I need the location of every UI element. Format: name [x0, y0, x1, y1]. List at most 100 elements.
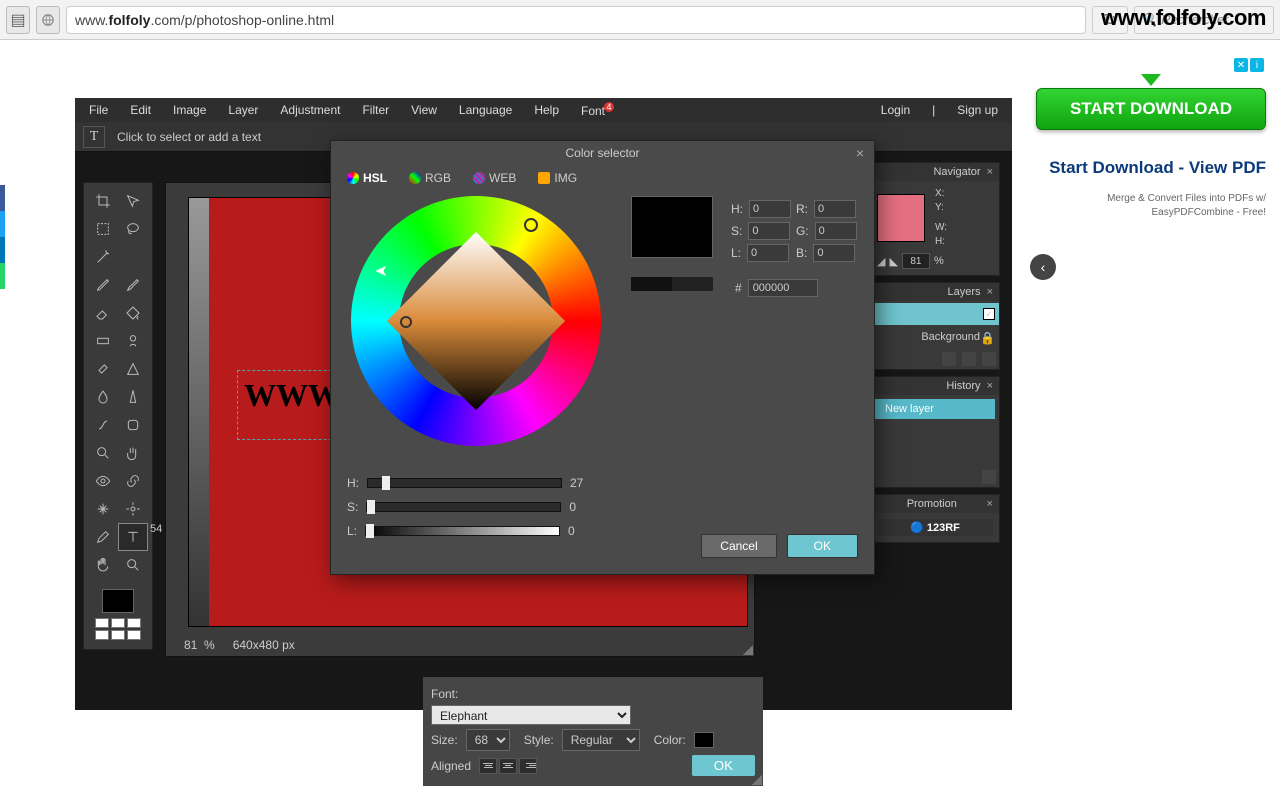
- ad-info-icon[interactable]: i: [1250, 58, 1264, 72]
- picker-tool[interactable]: [88, 523, 118, 551]
- font-select[interactable]: Elephant: [431, 705, 631, 725]
- ad-close-icon[interactable]: ✕: [1234, 58, 1248, 72]
- gradient-tool[interactable]: [88, 327, 118, 355]
- align-right-button[interactable]: [519, 758, 537, 774]
- sidebar-toggle[interactable]: ▤: [6, 6, 30, 34]
- hand-tool2[interactable]: [118, 439, 148, 467]
- tab-hsl[interactable]: HSL: [343, 169, 391, 187]
- promotion-close-icon[interactable]: ×: [987, 498, 993, 510]
- h-slider[interactable]: [367, 478, 562, 488]
- heal-tool[interactable]: [88, 355, 118, 383]
- s-slider[interactable]: [366, 502, 561, 512]
- zoom-in-icon[interactable]: ◣: [889, 255, 897, 268]
- menu-layer[interactable]: Layer: [228, 103, 258, 117]
- lasso-tool[interactable]: [118, 215, 148, 243]
- layer-visible-checkbox[interactable]: ✓: [983, 308, 995, 320]
- history-item[interactable]: New layer: [875, 399, 995, 419]
- size-select[interactable]: 68: [466, 729, 510, 751]
- sponge-tool[interactable]: [118, 411, 148, 439]
- align-center-button[interactable]: [499, 758, 517, 774]
- hue-handle[interactable]: [524, 218, 538, 232]
- blur-tool[interactable]: [88, 383, 118, 411]
- menu-language[interactable]: Language: [459, 103, 512, 117]
- hex-input[interactable]: [748, 279, 818, 297]
- ok-button[interactable]: OK: [787, 534, 858, 558]
- color-wheel-area[interactable]: ➤: [351, 196, 611, 456]
- download-button[interactable]: START DOWNLOAD: [1036, 88, 1266, 130]
- zoom-input[interactable]: [902, 253, 930, 269]
- wand-tool[interactable]: [88, 243, 118, 271]
- l-input[interactable]: [747, 244, 789, 262]
- sl-handle[interactable]: [400, 316, 412, 328]
- tab-rgb[interactable]: RGB: [405, 169, 455, 187]
- login-link[interactable]: Login: [881, 103, 910, 117]
- palette-swatches[interactable]: [94, 617, 142, 641]
- url-bar[interactable]: www.folfoly.com/p/photoshop-online.html: [66, 6, 1086, 34]
- layer-trash-icon[interactable]: [962, 352, 976, 366]
- layer-action1[interactable]: [942, 352, 956, 366]
- type-tool[interactable]: [118, 523, 148, 551]
- move-tool[interactable]: [118, 187, 148, 215]
- r-input[interactable]: [814, 200, 856, 218]
- s-input[interactable]: [748, 222, 790, 240]
- foreground-color-swatch[interactable]: [102, 589, 134, 613]
- menu-font[interactable]: Font4: [581, 102, 614, 118]
- ad-headline[interactable]: Start Download - View PDF: [1036, 158, 1266, 178]
- menu-help[interactable]: Help: [534, 103, 559, 117]
- b-input[interactable]: [813, 244, 855, 262]
- color-dialog-close-icon[interactable]: ×: [856, 145, 864, 161]
- bloat-tool[interactable]: [88, 495, 118, 523]
- eraser-tool[interactable]: [88, 299, 118, 327]
- color-dialog-title-bar[interactable]: Color selector ×: [331, 141, 874, 165]
- navigator-thumb[interactable]: [877, 194, 925, 242]
- style-select[interactable]: Regular: [562, 729, 640, 751]
- pinch-tool[interactable]: [118, 495, 148, 523]
- link-tool[interactable]: [118, 467, 148, 495]
- bucket-tool[interactable]: [118, 299, 148, 327]
- hand-tool[interactable]: [88, 551, 118, 579]
- history-action[interactable]: [982, 470, 996, 484]
- history-close-icon[interactable]: ×: [987, 380, 993, 392]
- tab-web[interactable]: WEB: [469, 169, 520, 187]
- home-button[interactable]: [36, 6, 60, 34]
- smudge-tool[interactable]: [88, 411, 118, 439]
- eye-tool[interactable]: [88, 467, 118, 495]
- menu-image[interactable]: Image: [173, 103, 206, 117]
- hue-wheel[interactable]: ➤: [351, 196, 601, 446]
- pencil-tool[interactable]: [88, 271, 118, 299]
- background-layer-row[interactable]: Background🔒: [871, 327, 999, 349]
- signup-link[interactable]: Sign up: [957, 103, 998, 117]
- canvas-resize-grip[interactable]: [743, 645, 753, 655]
- text-ok-button[interactable]: OK: [692, 755, 755, 776]
- sharpen-tool[interactable]: [118, 383, 148, 411]
- clone-tool[interactable]: [118, 327, 148, 355]
- layer-action3[interactable]: [982, 352, 996, 366]
- zoom-out-icon[interactable]: ◢: [877, 255, 885, 268]
- cancel-button[interactable]: Cancel: [701, 534, 776, 558]
- menu-adjustment[interactable]: Adjustment: [280, 103, 340, 117]
- h-input[interactable]: [749, 200, 791, 218]
- menu-view[interactable]: View: [411, 103, 437, 117]
- menu-edit[interactable]: Edit: [130, 103, 151, 117]
- marquee-tool[interactable]: [88, 215, 118, 243]
- ad-prev-icon[interactable]: ‹: [1030, 254, 1056, 280]
- layer-row[interactable]: ✓: [871, 303, 999, 325]
- shape-tool[interactable]: [118, 355, 148, 383]
- navigator-close-icon[interactable]: ×: [987, 166, 993, 178]
- g-input[interactable]: [815, 222, 857, 240]
- zoom-tool2[interactable]: [118, 551, 148, 579]
- text-color-swatch[interactable]: [694, 732, 714, 748]
- layers-close-icon[interactable]: ×: [987, 286, 993, 298]
- text-dialog-grip[interactable]: [752, 775, 762, 785]
- crop-tool[interactable]: [88, 187, 118, 215]
- zoom-tool[interactable]: [88, 439, 118, 467]
- sl-diamond[interactable]: [387, 232, 565, 410]
- align-left-button[interactable]: [479, 758, 497, 774]
- menu-file[interactable]: File: [89, 103, 108, 117]
- brush-tool[interactable]: [118, 271, 148, 299]
- tab-img[interactable]: IMG: [534, 169, 581, 187]
- sidebar-ad: ✕i START DOWNLOAD Start Download - View …: [1036, 58, 1266, 220]
- menu-filter[interactable]: Filter: [362, 103, 389, 117]
- promo-logo[interactable]: 🔵 123RF: [877, 519, 993, 536]
- l-slider[interactable]: [365, 526, 560, 536]
